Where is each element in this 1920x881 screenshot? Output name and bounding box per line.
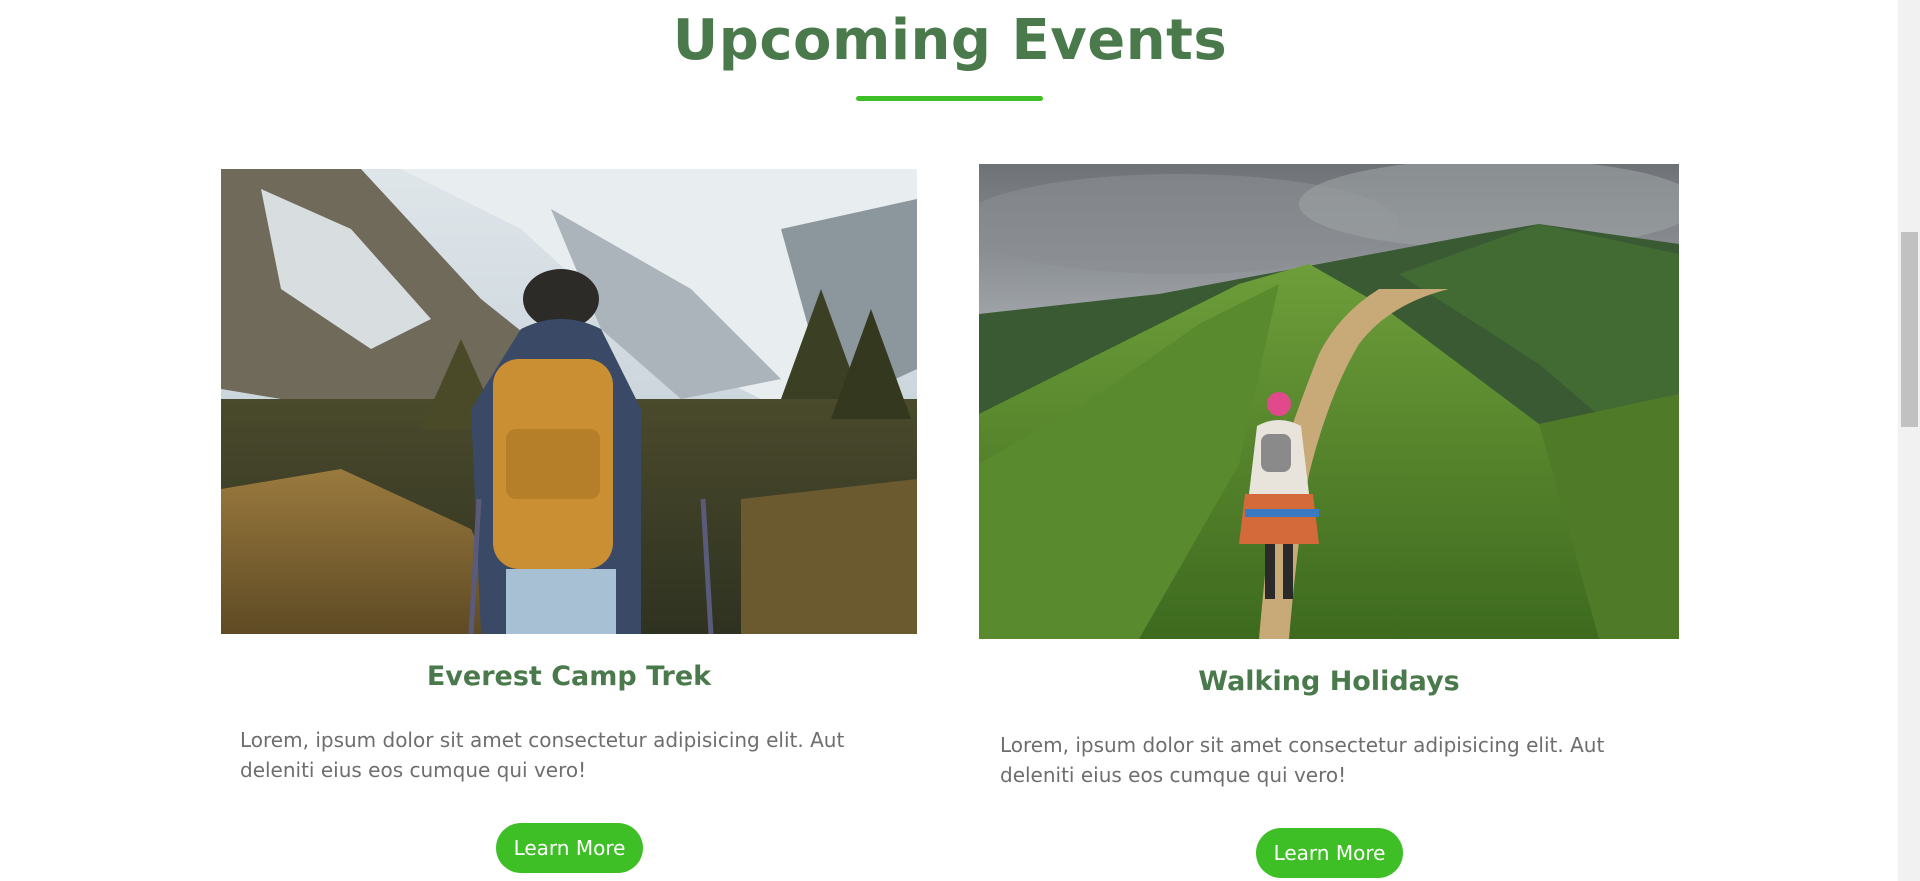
learn-more-button[interactable]: Learn More: [1256, 828, 1403, 878]
learn-more-button[interactable]: Learn More: [496, 823, 643, 873]
event-card-everest: Everest Camp Trek Lorem, ipsum dolor sit…: [221, 169, 917, 873]
scrollbar-thumb[interactable]: [1901, 232, 1918, 427]
event-title: Everest Camp Trek: [426, 661, 712, 692]
events-page: Upcoming Events Everest Camp Trek Lorem,…: [0, 0, 1920, 881]
event-title: Walking Holidays: [1198, 666, 1460, 697]
title-underline: [856, 96, 1043, 101]
section-title: Upcoming Events: [672, 8, 1228, 73]
event-image-hiker-ridge: [979, 164, 1679, 639]
event-description: Lorem, ipsum dolor sit amet consectetur …: [240, 728, 845, 782]
vertical-scrollbar[interactable]: [1898, 0, 1920, 881]
event-card-walking: Walking Holidays Lorem, ipsum dolor sit …: [979, 164, 1679, 878]
event-image-hiker-mountains: [221, 169, 917, 634]
event-description: Lorem, ipsum dolor sit amet consectetur …: [1000, 733, 1605, 787]
